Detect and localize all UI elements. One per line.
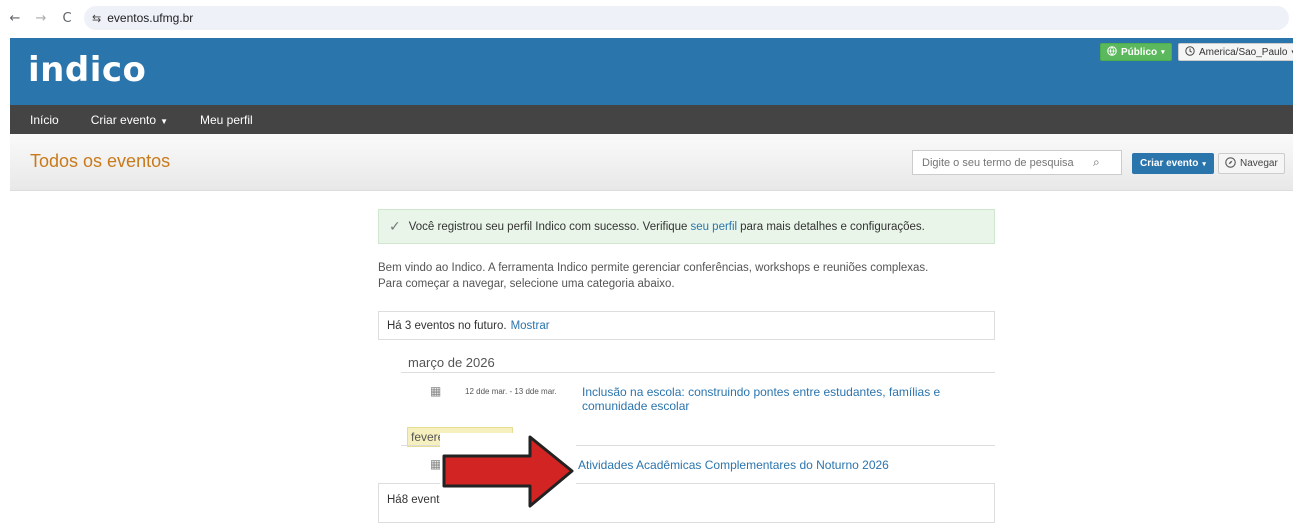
arrow-overlay bbox=[440, 433, 576, 510]
site-info-icon[interactable]: ⇆ bbox=[92, 12, 101, 25]
event-date: 12 dde mar. - 13 dde mar. bbox=[465, 387, 557, 396]
menu-item-criar-evento[interactable]: Criar evento ▼ bbox=[79, 113, 180, 127]
month-header: março de 2026 bbox=[408, 355, 495, 370]
create-event-button[interactable]: Criar evento ▾ bbox=[1132, 153, 1214, 174]
arrow-icon bbox=[442, 435, 574, 508]
create-label: Criar evento bbox=[1140, 158, 1199, 169]
menu-label: Criar evento bbox=[90, 112, 157, 127]
browser-toolbar: ← → C ⇆ eventos.ufmg.br bbox=[0, 0, 1293, 36]
search-box: ⌕ bbox=[912, 150, 1122, 175]
past-events-text: Há8 evento bbox=[387, 494, 446, 506]
globe-icon bbox=[1107, 45, 1117, 59]
divider bbox=[401, 372, 995, 373]
forward-icon[interactable]: → bbox=[30, 11, 52, 26]
search-input[interactable] bbox=[913, 151, 1093, 174]
chevron-down-icon: ▾ bbox=[1202, 160, 1206, 168]
title-bar: Todos os eventos ⌕ Criar evento ▾ Navega… bbox=[10, 134, 1293, 191]
future-events-text: Há 3 eventos no futuro. bbox=[387, 319, 507, 332]
back-icon[interactable]: ← bbox=[4, 11, 26, 26]
clock-icon bbox=[1185, 45, 1195, 59]
check-icon: ✓ bbox=[389, 218, 401, 235]
timezone-button[interactable]: America/Sao_Paulo ▾ bbox=[1178, 43, 1293, 61]
welcome-text: Bem vindo ao Indico. A ferramenta Indico… bbox=[378, 260, 995, 292]
address-bar[interactable]: ⇆ eventos.ufmg.br bbox=[84, 6, 1289, 30]
welcome-line-2: Para começar a navegar, selecione uma ca… bbox=[378, 278, 675, 290]
chevron-down-icon: ▼ bbox=[160, 116, 168, 126]
chevron-down-icon: ▾ bbox=[1161, 49, 1165, 56]
reload-icon[interactable]: C bbox=[56, 11, 78, 26]
future-events-box: Há 3 eventos no futuro. Mostrar bbox=[378, 311, 995, 340]
indico-logo[interactable]: indico bbox=[28, 50, 146, 90]
menu-item-inicio[interactable]: Início bbox=[18, 113, 71, 127]
welcome-line-1: Bem vindo ao Indico. A ferramenta Indico… bbox=[378, 262, 929, 274]
search-icon[interactable]: ⌕ bbox=[1093, 155, 1100, 170]
logo-text: indico bbox=[28, 50, 147, 90]
page-title: Todos os eventos bbox=[30, 151, 171, 171]
url-text: eventos.ufmg.br bbox=[107, 11, 194, 25]
alert-text-before: Você registrou seu perfil Indico com suc… bbox=[408, 220, 688, 233]
event-link[interactable]: Atividades Acadêmicas Complementares do … bbox=[578, 458, 889, 472]
event-link[interactable]: Inclusão na escola: construindo pontes e… bbox=[582, 385, 982, 413]
profile-link[interactable]: seu perfil bbox=[690, 221, 737, 233]
calendar-icon: ▦ bbox=[430, 384, 442, 398]
timezone-label: America/Sao_Paulo bbox=[1199, 46, 1288, 58]
menu-item-meu-perfil[interactable]: Meu perfil bbox=[188, 113, 265, 127]
alert-text-after: para mais detalhes e configurações. bbox=[740, 220, 925, 233]
public-button[interactable]: Público ▾ bbox=[1100, 43, 1172, 61]
compass-icon bbox=[1225, 156, 1236, 171]
site-header: indico Público ▾ America/Sao_Paulo ▾ bbox=[10, 38, 1293, 105]
public-label: Público bbox=[1121, 46, 1158, 58]
navigate-label: Navegar bbox=[1240, 158, 1278, 169]
main-menu: Início Criar evento ▼ Meu perfil bbox=[10, 105, 1293, 134]
navigate-button[interactable]: Navegar bbox=[1218, 153, 1285, 174]
success-alert: ✓ Você registrou seu perfil Indico com s… bbox=[378, 209, 995, 244]
show-future-link[interactable]: Mostrar bbox=[511, 320, 550, 332]
